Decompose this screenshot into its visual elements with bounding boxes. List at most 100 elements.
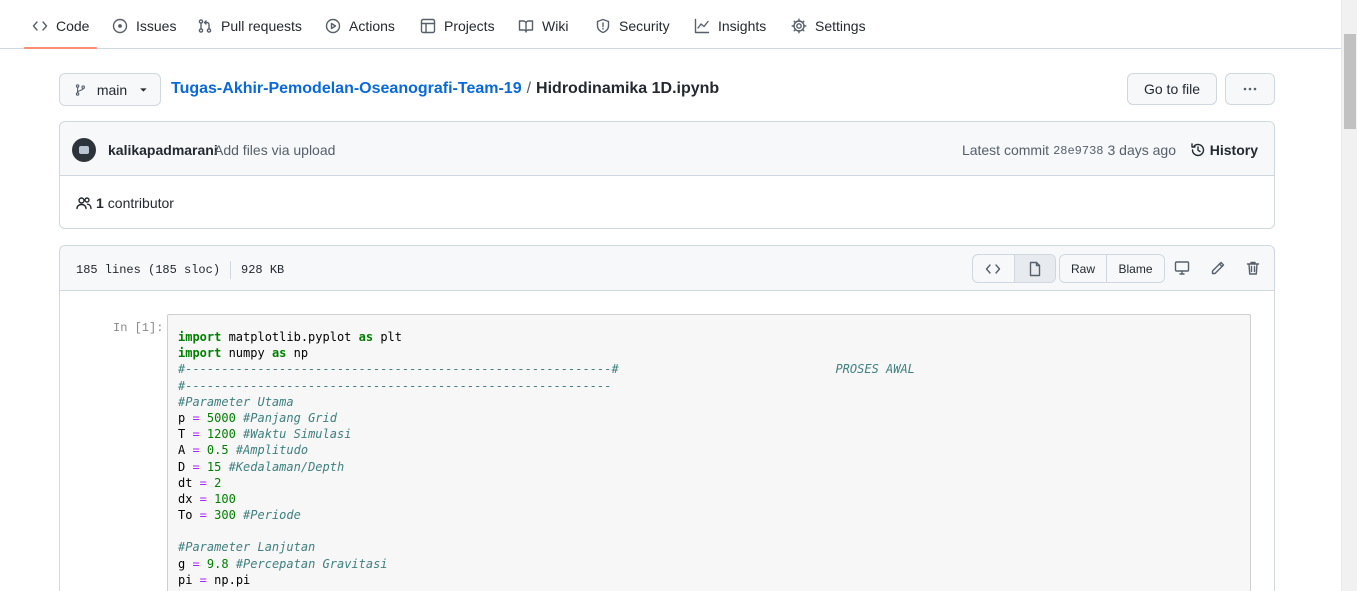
edit-file-button[interactable]: [1210, 260, 1228, 278]
code-keyword: as: [358, 330, 374, 344]
code-line: import matplotlib.pyplot as plt: [178, 329, 1240, 345]
code-icon: [986, 263, 1001, 274]
code-text: matplotlib.pyplot: [221, 330, 359, 344]
tab-wiki[interactable]: Wiki: [510, 8, 576, 44]
more-options-button[interactable]: [1225, 73, 1275, 105]
code-keyword: import: [178, 330, 222, 344]
source-view-button[interactable]: [973, 255, 1014, 282]
code-icon: [32, 21, 48, 31]
code-line: p = 5000 #Panjang Grid: [178, 410, 1240, 426]
branch-selector[interactable]: main: [59, 73, 161, 106]
code-number: 2: [214, 475, 222, 490]
rendered-view-button[interactable]: [1013, 255, 1055, 282]
code-line: import numpy as np: [178, 345, 1240, 361]
file-info: 185 lines (185 sloc) 928 KB: [76, 261, 284, 279]
breadcrumb-file-name: Hidrodinamika 1D.ipynb: [536, 80, 720, 97]
table-icon: [420, 18, 436, 34]
code-number: 9.8: [206, 556, 229, 571]
cell-prompt: In [1]:: [113, 321, 164, 335]
code-text: numpy: [221, 346, 272, 361]
raw-button[interactable]: Raw: [1060, 255, 1107, 282]
code-line: A = 0.5 #Amplitudo: [178, 442, 1240, 458]
tab-projects[interactable]: Projects: [412, 8, 503, 44]
file-size: 928 KB: [241, 263, 285, 277]
tab-code[interactable]: Code: [24, 8, 98, 49]
tab-code-label: Code: [56, 18, 90, 34]
code-operator: =: [185, 459, 207, 474]
repo-navigation: Code Issues Pull requests Actions Projec…: [0, 0, 1341, 49]
code-variable: pi: [178, 572, 193, 587]
code-variable: dt: [178, 475, 193, 490]
commit-sha-link[interactable]: 28e9738: [1053, 142, 1103, 158]
raw-blame-group: Raw Blame: [1059, 254, 1165, 283]
code-operator: =: [185, 410, 207, 425]
pull-request-icon: [198, 19, 212, 33]
code-text: np: [286, 346, 309, 361]
code-comment: #Percepatan Gravitasi: [228, 556, 388, 571]
code-variable: dx: [178, 491, 193, 506]
tab-issues[interactable]: Issues: [104, 8, 184, 44]
commit-meta: Latest commit 28e9738 3 days ago: [962, 142, 1176, 158]
code-variable: To: [178, 508, 193, 523]
code-comment: #---------------------------------------…: [178, 378, 612, 393]
branch-name: main: [96, 81, 128, 98]
code-line: #---------------------------------------…: [178, 361, 1240, 377]
file-viewer: 185 lines (185 sloc) 928 KB Raw Blame In…: [59, 245, 1275, 591]
code-operator: =: [185, 427, 207, 442]
code-operator: =: [185, 556, 207, 571]
code-operator: =: [192, 491, 215, 506]
code-line: g = 9.8 #Percepatan Gravitasi: [178, 556, 1240, 572]
commit-header: kalikapadmarani Add files via upload Lat…: [60, 122, 1274, 176]
open-desktop-button[interactable]: [1174, 260, 1192, 278]
breadcrumb-repo-link[interactable]: Tugas-Akhir-Pemodelan-Oseanografi-Team-1…: [171, 80, 522, 98]
code-operator: =: [192, 475, 215, 490]
delete-file-button[interactable]: [1245, 260, 1263, 278]
code-number: 100: [214, 491, 236, 506]
contributors-link[interactable]: 1 contributor: [76, 195, 174, 211]
trash-icon: [1246, 261, 1260, 275]
pencil-icon: [1211, 261, 1225, 275]
latest-commit-box: kalikapadmarani Add files via upload Lat…: [59, 121, 1275, 229]
code-comment: #Parameter Lanjutan: [178, 540, 316, 555]
code-line: #---------------------------------------…: [178, 378, 1240, 394]
tab-actions-label: Actions: [349, 18, 395, 34]
breadcrumb: Tugas-Akhir-Pemodelan-Oseanografi-Team-1…: [171, 80, 719, 98]
latest-commit-label: Latest commit: [961, 142, 1050, 158]
code-comment: #Panjang Grid: [235, 410, 337, 425]
code-number: 1200: [206, 427, 236, 442]
code-keyword: as: [271, 346, 287, 361]
code-line: dt = 2: [178, 475, 1240, 491]
avatar[interactable]: [72, 138, 96, 162]
page-scrollbar[interactable]: [1341, 0, 1357, 591]
commit-message-link[interactable]: Add files via upload: [214, 142, 335, 158]
code-line: D = 15 #Kedalaman/Depth: [178, 459, 1240, 475]
tab-pull-requests[interactable]: Pull requests: [189, 8, 310, 44]
blame-button[interactable]: Blame: [1107, 255, 1164, 282]
code-comment: #Waktu Simulasi: [235, 427, 352, 442]
file-icon: [1029, 261, 1040, 276]
people-icon: [76, 197, 92, 210]
tab-settings-label: Settings: [815, 18, 866, 34]
file-line-count: 185 lines (185 sloc): [76, 263, 221, 277]
tab-wiki-label: Wiki: [542, 18, 569, 34]
graph-icon: [694, 18, 710, 34]
tab-settings[interactable]: Settings: [783, 8, 874, 44]
git-branch-icon: [75, 83, 85, 96]
book-icon: [518, 20, 534, 33]
breadcrumb-separator: /: [526, 80, 532, 97]
code-comment: #---------------------------------------…: [178, 362, 915, 377]
code-line: #Parameter Utama: [178, 394, 1240, 410]
tab-security[interactable]: Security: [587, 8, 678, 44]
code-line: dx = 100: [178, 491, 1240, 507]
code-number: 15: [206, 459, 222, 474]
code-line: T = 1200 #Waktu Simulasi: [178, 426, 1240, 442]
tab-actions[interactable]: Actions: [317, 8, 403, 44]
scrollbar-thumb[interactable]: [1344, 34, 1356, 129]
tab-pull-requests-label: Pull requests: [221, 18, 302, 34]
shield-icon: [596, 18, 610, 34]
commit-author-link[interactable]: kalikapadmarani: [108, 142, 218, 158]
go-to-file-button[interactable]: Go to file: [1127, 73, 1217, 105]
code-comment: #Parameter Utama: [178, 394, 294, 409]
history-link[interactable]: History: [1190, 142, 1258, 158]
tab-insights[interactable]: Insights: [686, 8, 774, 44]
